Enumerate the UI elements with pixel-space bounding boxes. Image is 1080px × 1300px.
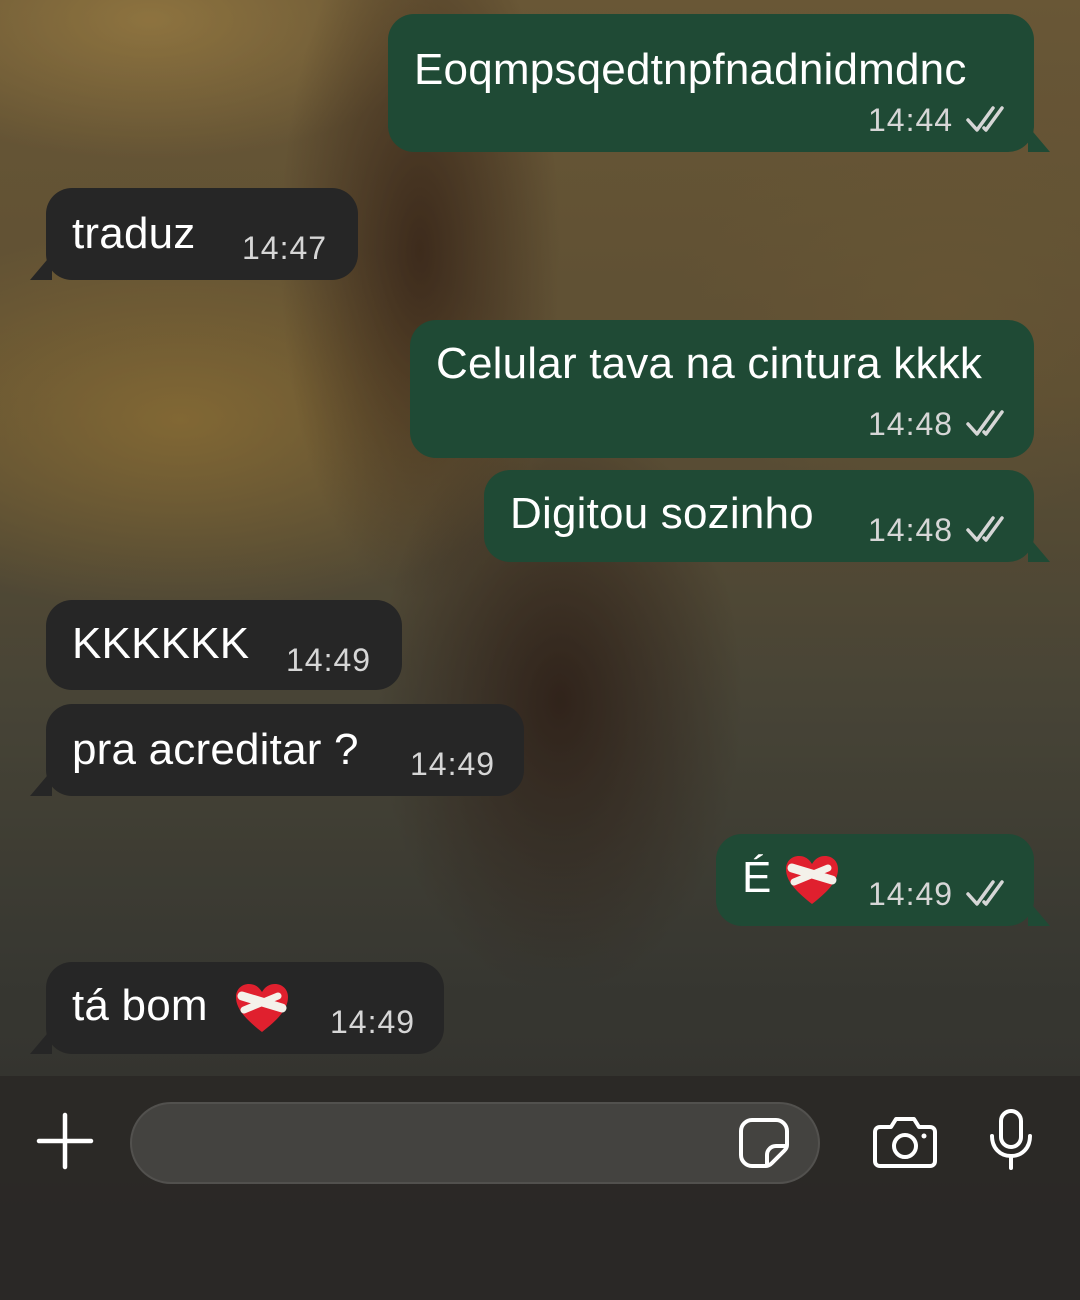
message-text: Eoqmpsqedtnpfnadnidmdnc: [414, 45, 967, 94]
double-check-icon: [966, 516, 1004, 542]
bubble-tail: [30, 254, 52, 280]
double-check-icon: [966, 106, 1004, 132]
message-text: Celular tava na cintura kkkk: [436, 339, 983, 388]
outgoing-message[interactable]: Digitou sozinho 14:48: [484, 470, 1050, 562]
message-text: KKKKKK: [72, 619, 250, 668]
message-text: Digitou sozinho: [510, 489, 814, 538]
plus-icon[interactable]: [35, 1111, 95, 1171]
incoming-message[interactable]: pra acreditar ? 14:49: [30, 704, 524, 796]
bubble-tail: [1028, 536, 1050, 562]
message-text: tá bom: [72, 980, 290, 1034]
outgoing-message[interactable]: Eoqmpsqedtnpfnadnidmdnc 14:44: [388, 14, 1050, 152]
message-time: 14:47: [242, 230, 328, 266]
bubble-tail: [30, 1028, 52, 1054]
message-text: É: [742, 852, 840, 906]
message-time: 14:48: [868, 406, 954, 442]
outgoing-message[interactable]: Celular tava na cintura kkkk 14:48: [410, 320, 1034, 458]
bubble-tail: [1028, 900, 1050, 926]
message-text: pra acreditar ?: [72, 725, 359, 774]
double-check-icon: [966, 410, 1004, 436]
microphone-icon[interactable]: [987, 1108, 1035, 1172]
message-time: 14:49: [286, 642, 372, 678]
incoming-message[interactable]: KKKKKK 14:49: [46, 600, 402, 690]
message-text-value: tá bom: [72, 981, 208, 1030]
message-input[interactable]: [130, 1102, 820, 1184]
incoming-message[interactable]: traduz 14:47: [30, 188, 358, 280]
sticker-icon[interactable]: [738, 1117, 790, 1169]
message-time: 14:49: [330, 1004, 416, 1040]
bubble-tail: [1028, 126, 1050, 152]
outgoing-message[interactable]: É 14:49: [716, 834, 1050, 926]
message-time: 14:44: [868, 102, 954, 138]
message-time: 14:49: [410, 746, 496, 782]
incoming-message[interactable]: tá bom 14:49: [30, 962, 444, 1054]
camera-icon[interactable]: [872, 1115, 938, 1169]
bubble-tail: [30, 770, 52, 796]
double-check-icon: [966, 880, 1004, 906]
message-time: 14:49: [868, 876, 954, 912]
mending-heart-emoji-icon: [786, 856, 838, 905]
message-text: traduz: [72, 209, 196, 258]
mending-heart-emoji-icon: [236, 984, 289, 1033]
message-text-value: É: [742, 853, 772, 902]
message-time: 14:48: [868, 512, 954, 548]
